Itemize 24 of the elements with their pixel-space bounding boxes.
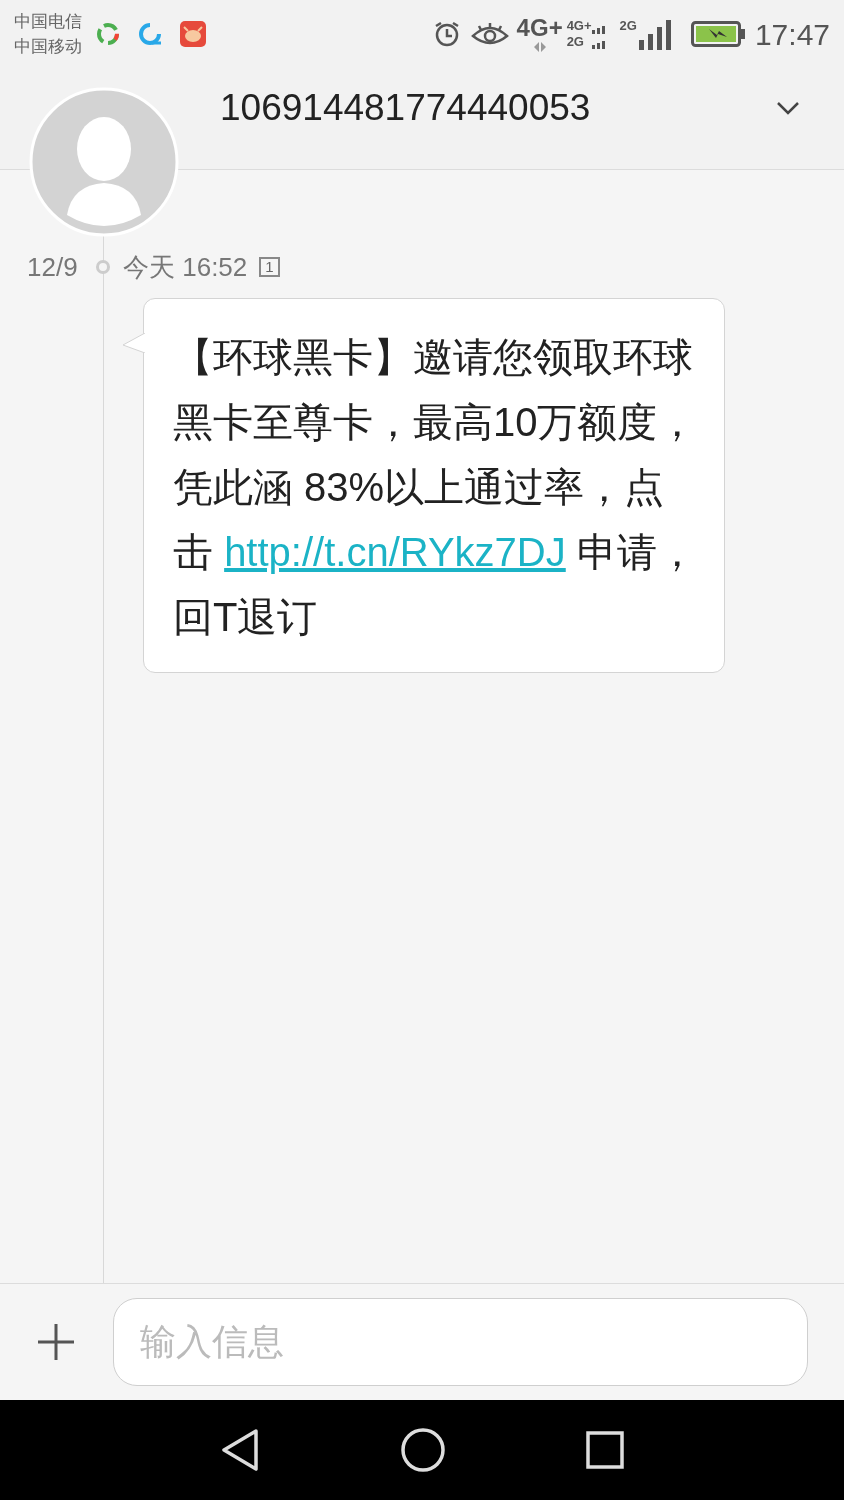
network-label: 2G [566, 34, 585, 50]
network-label: 4G+ [566, 18, 592, 34]
home-icon[interactable] [401, 1428, 445, 1472]
chevron-down-icon[interactable] [776, 100, 800, 115]
message-text: 【环球黑卡】邀请您领取环球黑卡至尊卡，最高10万额度，凭此涵 83%以上通过率，点击 http://t.cn/RYkz7DJ 申请，回T退订 [173, 334, 699, 641]
sim-badge: 1 [259, 257, 280, 277]
contact-number: 106914481774440053 [220, 85, 591, 130]
battery-icon [690, 21, 745, 47]
app-icon [180, 21, 206, 47]
network-label: 2G [619, 18, 637, 34]
app-icon [96, 22, 120, 46]
message-link[interactable]: http://t.cn/RYkz7DJ [224, 530, 566, 574]
network-label: 4G+ [516, 15, 563, 41]
carrier-name: 中国移动 [14, 36, 82, 58]
plus-icon[interactable] [36, 1322, 76, 1362]
app-icon [138, 22, 162, 46]
back-icon[interactable] [220, 1428, 261, 1472]
message-time: 今天 16:52 [123, 250, 248, 284]
data-arrows-icon [532, 41, 547, 53]
recents-icon[interactable] [585, 1431, 624, 1469]
clock-time: 17:47 [754, 16, 830, 53]
message-input[interactable]: 输入信息 [113, 1298, 808, 1386]
message-date: 12/9 [27, 250, 79, 284]
carrier-name: 中国电信 [14, 11, 82, 33]
